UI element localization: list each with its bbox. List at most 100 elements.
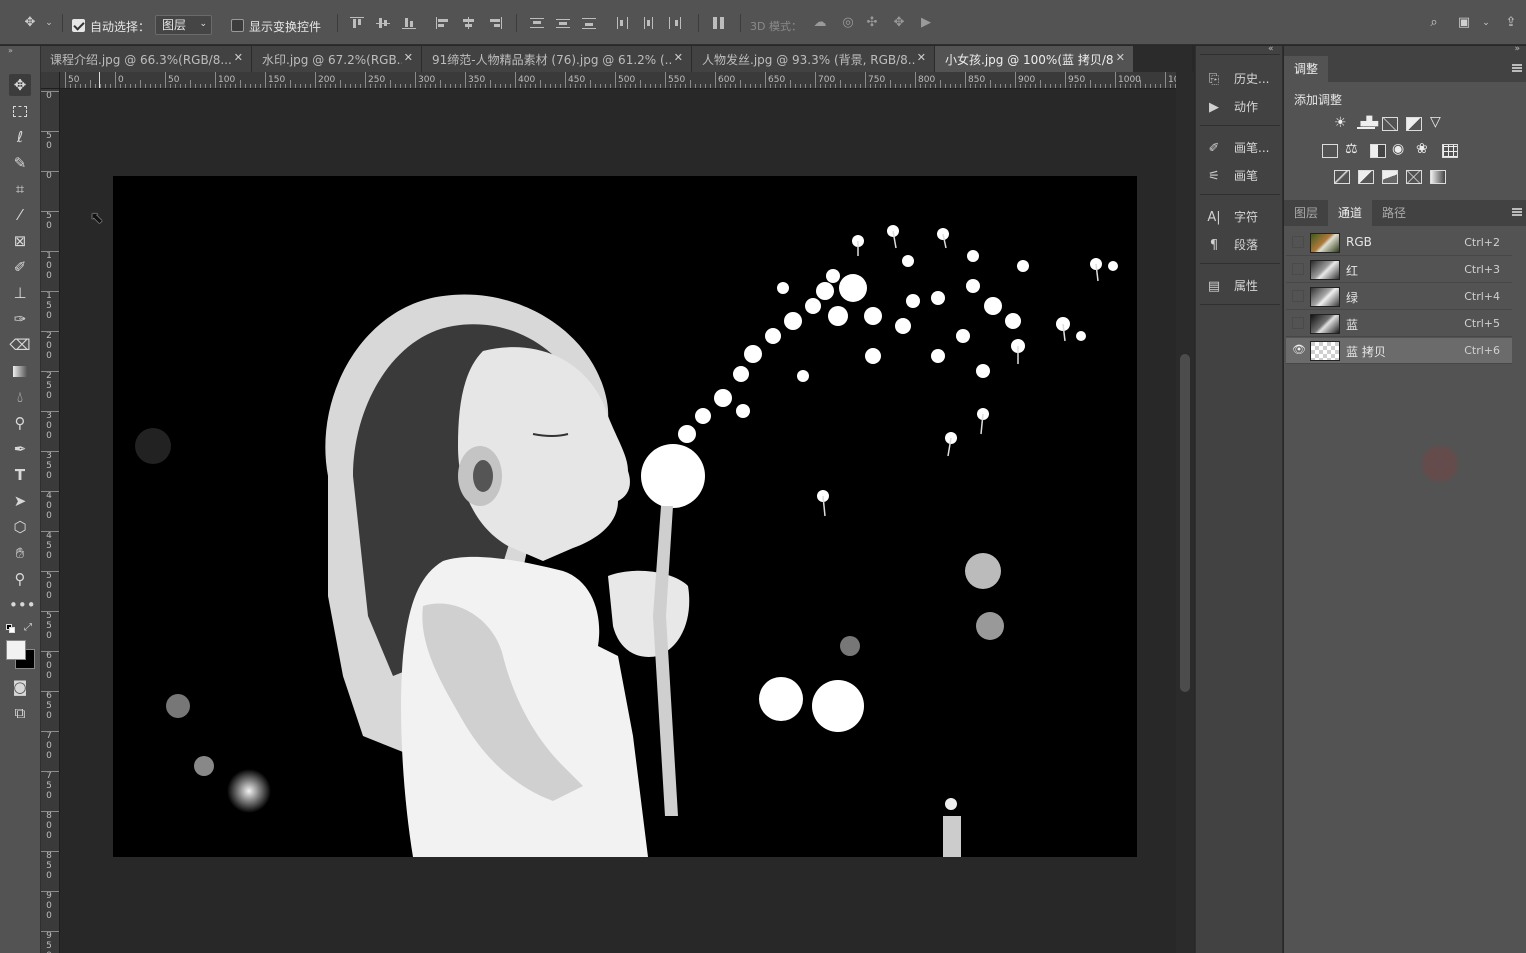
dodge-tool-icon[interactable]: ⚲ [9, 412, 31, 434]
search-icon[interactable]: ⌕ [1426, 15, 1442, 31]
close-tab-icon[interactable]: ✕ [1116, 51, 1125, 64]
auto-select-target-dropdown[interactable]: 图层 ⌄ [155, 15, 212, 35]
auto-align-icon[interactable] [712, 17, 726, 29]
3d-roll-icon[interactable]: ◎ [840, 15, 856, 31]
panel-menu-icon[interactable] [1512, 208, 1522, 216]
move-tool-icon[interactable]: ✥ [9, 74, 31, 96]
align-left-icon[interactable] [436, 17, 450, 29]
show-transform-checkbox[interactable] [231, 19, 244, 32]
swap-colors-icon[interactable]: ⤢ [24, 622, 32, 633]
foreground-color-swatch[interactable] [6, 640, 26, 660]
document-tab[interactable]: 水印.jpg @ 67.2%(RGB... ✕ [252, 46, 422, 72]
document-tab[interactable]: 课程介绍.jpg @ 66.3%(RGB/8... ✕ [40, 46, 252, 72]
vertical-ruler[interactable]: 0 5 0 0 5 0 1 0 0 1 5 0 2 0 0 2 5 0 3 0 0 3 5 0 4 … [41, 89, 60, 953]
invert-icon[interactable] [1334, 170, 1350, 184]
move-tool-icon[interactable]: ✥ [22, 15, 38, 31]
expand-panels-icon[interactable]: » [1514, 44, 1520, 54]
workspace-chevron-icon[interactable]: ⌄ [1478, 15, 1494, 31]
channel-row[interactable]: 蓝 Ctrl+5 [1286, 311, 1512, 337]
lasso-tool-icon[interactable]: ℓ [9, 126, 31, 148]
close-tab-icon[interactable]: ✕ [234, 51, 243, 64]
photo-filter-icon[interactable]: ◉ [1392, 141, 1404, 157]
marquee-tool-icon[interactable] [9, 100, 31, 122]
document-canvas[interactable] [113, 176, 1137, 857]
3d-pan-icon[interactable]: ✣ [864, 15, 880, 31]
eyedropper-tool-icon[interactable]: ⁄ [9, 204, 31, 226]
curves-icon[interactable] [1382, 117, 1398, 131]
panel-brushes[interactable]: ⚟ 画笔 [1204, 165, 1280, 187]
levels-icon[interactable]: ▗▟▙▖ [1357, 117, 1382, 129]
visibility-toggle[interactable] [1292, 263, 1304, 275]
close-tab-icon[interactable]: ✕ [674, 51, 683, 64]
distribute-left-icon[interactable] [616, 17, 630, 29]
tab-paths[interactable]: 路径 [1372, 200, 1416, 226]
distribute-hcenter-icon[interactable] [642, 17, 656, 29]
frame-tool-icon[interactable]: ⊠ [9, 230, 31, 252]
blur-tool-icon[interactable]: 💧︎ [9, 386, 31, 408]
channel-mixer-icon[interactable]: ❀ [1416, 141, 1428, 157]
distribute-bottom-icon[interactable] [582, 17, 596, 29]
visibility-toggle[interactable] [1292, 317, 1304, 329]
document-tab[interactable]: 人物发丝.jpg @ 93.3% (背景, RGB/8... ✕ [692, 46, 935, 72]
close-tab-icon[interactable]: ✕ [404, 51, 413, 64]
quick-select-tool-icon[interactable]: ✎ [9, 152, 31, 174]
threshold-icon[interactable] [1382, 170, 1398, 184]
screen-mode-icon[interactable]: ⧉ [9, 702, 31, 724]
type-tool-icon[interactable]: T [9, 464, 31, 486]
workspace-icon[interactable]: ▣ [1456, 15, 1472, 31]
auto-select-checkbox[interactable] [72, 19, 85, 32]
eye-icon[interactable]: 👁︎ [1292, 344, 1306, 356]
channel-row[interactable]: 绿 Ctrl+4 [1286, 284, 1512, 310]
exposure-icon[interactable] [1406, 117, 1422, 131]
align-right-icon[interactable] [488, 17, 502, 29]
panel-character[interactable]: A| 字符 [1204, 206, 1280, 228]
distribute-vcenter-icon[interactable] [556, 17, 570, 29]
panel-menu-icon[interactable] [1512, 64, 1522, 72]
collapse-panels-icon[interactable]: « [1268, 44, 1274, 54]
close-tab-icon[interactable]: ✕ [917, 51, 926, 64]
hand-tool-icon[interactable]: ✋︎ [9, 542, 31, 564]
tool-preset-chevron-icon[interactable]: ⌄ [44, 15, 54, 31]
crop-tool-icon[interactable]: ⌗ [9, 178, 31, 200]
path-select-tool-icon[interactable]: ➤ [9, 490, 31, 512]
zoom-tool-icon[interactable]: ⚲ [9, 568, 31, 590]
more-tools-icon[interactable]: ••• [9, 594, 36, 616]
horizontal-ruler[interactable]: 50 0 50 100 150 200 250 300 350 400 450 500 550 600 65… [60, 72, 1176, 89]
quick-mask-icon[interactable]: ◙ [9, 676, 31, 698]
visibility-toggle[interactable] [1292, 236, 1304, 248]
color-lookup-icon[interactable] [1442, 144, 1458, 158]
color-balance-icon[interactable]: ⚖ [1345, 141, 1358, 157]
channel-row[interactable]: 👁︎ 蓝 拷贝 Ctrl+6 [1286, 338, 1512, 364]
collapse-toolbar-icon[interactable]: » [8, 46, 13, 55]
tab-adjustments[interactable]: 调整 [1284, 56, 1329, 82]
history-brush-tool-icon[interactable]: ✑ [9, 308, 31, 330]
align-hcenter-icon[interactable] [462, 17, 476, 29]
align-bottom-icon[interactable] [402, 17, 416, 29]
vertical-scrollbar[interactable] [1176, 72, 1194, 953]
posterize-icon[interactable] [1358, 170, 1374, 184]
document-tab[interactable]: 91缔范-人物精品素材 (76).jpg @ 61.2% (... ✕ [422, 46, 692, 72]
align-top-icon[interactable] [350, 17, 364, 29]
align-vcenter-icon[interactable] [376, 17, 390, 29]
panel-history[interactable]: ⎘ 历史... [1204, 68, 1280, 90]
tab-channels[interactable]: 通道 [1328, 200, 1373, 226]
hue-saturation-icon[interactable] [1322, 144, 1338, 158]
channel-row[interactable]: 红 Ctrl+3 [1286, 257, 1512, 283]
black-white-icon[interactable] [1370, 144, 1386, 158]
3d-slide-icon[interactable]: ✥ [891, 15, 907, 31]
vibrance-icon[interactable]: ▽ [1430, 114, 1441, 130]
gradient-map-icon[interactable] [1430, 170, 1446, 184]
pen-tool-icon[interactable]: ✒ [9, 438, 31, 460]
selective-color-icon[interactable] [1406, 170, 1422, 184]
visibility-toggle[interactable] [1292, 290, 1304, 302]
gradient-tool-icon[interactable] [9, 360, 31, 382]
eraser-tool-icon[interactable]: ⌫ [9, 334, 31, 356]
panel-properties[interactable]: ▤ 属性 [1204, 275, 1280, 297]
panel-actions[interactable]: ▶ 动作 [1204, 96, 1280, 118]
channel-row[interactable]: RGB Ctrl+2 [1286, 230, 1512, 256]
3d-orbit-icon[interactable]: ☁ [812, 15, 828, 31]
3d-camera-icon[interactable]: ▶ [918, 15, 934, 31]
scrollbar-thumb[interactable] [1180, 354, 1190, 692]
default-colors-icon[interactable] [6, 624, 16, 634]
panel-paragraph[interactable]: ¶ 段落 [1204, 234, 1280, 256]
